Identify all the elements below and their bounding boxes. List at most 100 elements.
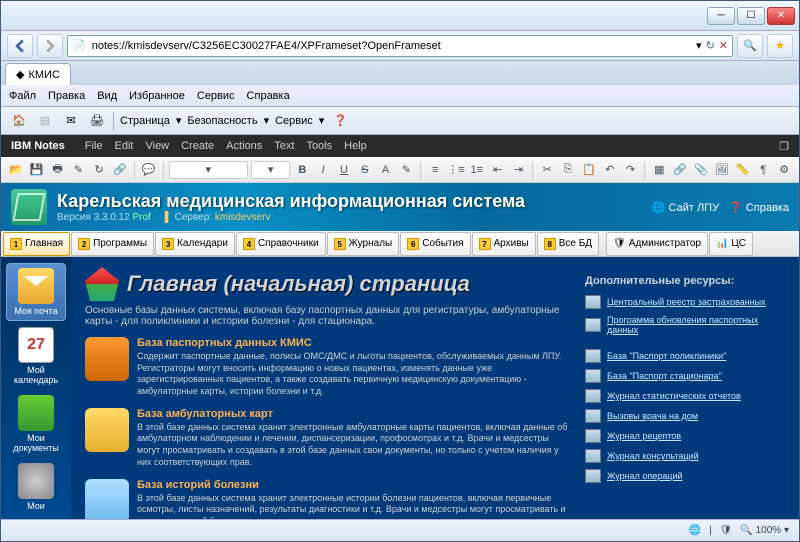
refresh-icon[interactable]: ↻ xyxy=(706,39,715,52)
section-title[interactable]: База паспортных данных КМИС xyxy=(137,337,569,349)
help-icon[interactable]: ❓ xyxy=(330,111,350,131)
menu-file[interactable]: Файл xyxy=(9,90,36,102)
address-bar[interactable]: 📄 ▾ ↻ ✕ xyxy=(67,35,733,57)
resource-link[interactable]: Журнал статистических отчетов xyxy=(585,389,785,403)
notes-window-icon[interactable]: ❐ xyxy=(779,140,789,153)
resource-link[interactable]: Центральный реестр застрахованных xyxy=(585,295,785,309)
tool-para-icon[interactable]: ¶ xyxy=(754,161,772,179)
tab-cs[interactable]: 📊ЦС xyxy=(709,232,753,256)
tool-image-icon[interactable]: 🖼 xyxy=(713,161,731,179)
tool-props-icon[interactable]: ⚙ xyxy=(775,161,793,179)
service-menu[interactable]: Сервис xyxy=(275,115,313,127)
minimize-button[interactable]: ─ xyxy=(707,7,735,25)
tool-copy-icon[interactable]: ⎘ xyxy=(559,161,577,179)
notes-menu-create[interactable]: Create xyxy=(181,140,214,152)
tool-strike-icon[interactable]: S xyxy=(356,161,374,179)
print-icon[interactable]: 🖨 xyxy=(87,111,107,131)
tool-numbers-icon[interactable]: 1≡ xyxy=(468,161,486,179)
menu-help[interactable]: Справка xyxy=(247,90,290,102)
menu-favorites[interactable]: Избранное xyxy=(129,90,185,102)
browser-tab[interactable]: ◆ КМИС xyxy=(5,63,71,85)
notes-menu-help[interactable]: Help xyxy=(344,140,367,152)
dropdown-icon[interactable]: ▾ xyxy=(696,39,702,52)
tool-outdent-icon[interactable]: ⇤ xyxy=(489,161,507,179)
feeds-icon[interactable]: ▤ xyxy=(35,111,55,131)
back-button[interactable] xyxy=(7,34,33,58)
tool-table-icon[interactable]: ▦ xyxy=(650,161,668,179)
tool-undo-icon[interactable]: ↶ xyxy=(601,161,619,179)
notes-menu-text[interactable]: Text xyxy=(274,140,294,152)
tab-refs[interactable]: 4Справочники xyxy=(236,232,326,256)
tool-paste-icon[interactable]: 📋 xyxy=(580,161,598,179)
tab-alldb[interactable]: 8Все БД xyxy=(537,232,599,256)
tool-attach-icon[interactable]: 📎 xyxy=(692,161,710,179)
sidebar-item-calendar[interactable]: 27 Мой календарь xyxy=(6,323,66,389)
notes-menu-file[interactable]: File xyxy=(85,140,103,152)
notes-menu-actions[interactable]: Actions xyxy=(226,140,262,152)
tool-permalink-icon[interactable]: 🔗 xyxy=(111,161,129,179)
sidebar-item-label: Моя почта xyxy=(14,306,57,316)
resource-link[interactable]: Журнал операций xyxy=(585,469,785,483)
tool-open-icon[interactable]: 📂 xyxy=(7,161,25,179)
stop-icon[interactable]: ✕ xyxy=(719,39,728,52)
maximize-button[interactable]: ☐ xyxy=(737,7,765,25)
sidebar-item-settings[interactable]: Мои xyxy=(6,459,66,515)
notes-menu-edit[interactable]: Edit xyxy=(115,140,134,152)
section-title[interactable]: База амбулаторных карт xyxy=(137,408,569,420)
tool-refresh-icon[interactable]: ↻ xyxy=(90,161,108,179)
notes-menu-tools[interactable]: Tools xyxy=(306,140,332,152)
tool-edit-icon[interactable]: ✎ xyxy=(69,161,87,179)
tool-ruler-icon[interactable]: 📏 xyxy=(734,161,752,179)
tool-italic-icon[interactable]: I xyxy=(314,161,332,179)
resource-link[interactable]: База "Паспорт поликлиники" xyxy=(585,349,785,363)
tab-events[interactable]: 6События xyxy=(400,232,470,256)
favorites-button[interactable]: ★ xyxy=(767,34,793,58)
tool-fontcolor-icon[interactable]: A xyxy=(377,161,395,179)
resource-link[interactable]: База "Паспорт стационара" xyxy=(585,369,785,383)
tool-bullets-icon[interactable]: ⋮≡ xyxy=(447,161,465,179)
help-link[interactable]: ❓ Справка xyxy=(729,201,789,214)
tool-underline-icon[interactable]: U xyxy=(335,161,353,179)
tool-redo-icon[interactable]: ↷ xyxy=(622,161,640,179)
safety-menu[interactable]: Безопасность xyxy=(187,115,257,127)
tab-calendars[interactable]: 3Календари xyxy=(155,232,235,256)
menu-service[interactable]: Сервис xyxy=(197,90,235,102)
close-button[interactable]: ✕ xyxy=(767,7,795,25)
section-title[interactable]: База историй болезни xyxy=(137,479,569,491)
tab-admin[interactable]: 🛡Администратор xyxy=(606,232,708,256)
resource-link[interactable]: Журнал рецептов xyxy=(585,429,785,443)
home-icon[interactable]: 🏠 xyxy=(9,111,29,131)
zoom-level[interactable]: 🔍 100% ▾ xyxy=(740,525,789,536)
notes-menu-view[interactable]: View xyxy=(145,140,169,152)
mail-icon[interactable]: ✉ xyxy=(61,111,81,131)
tab-archives[interactable]: 7Архивы xyxy=(472,232,536,256)
sidebar-item-label: Мои xyxy=(27,501,45,511)
site-link[interactable]: 🌐 Сайт ЛПУ xyxy=(652,201,719,214)
font-dropdown[interactable]: ▾ xyxy=(169,161,248,179)
tab-journals[interactable]: 5Журналы xyxy=(327,232,400,256)
fontsize-dropdown[interactable]: ▾ xyxy=(251,161,291,179)
tool-link-icon[interactable]: 🔗 xyxy=(671,161,689,179)
page-menu[interactable]: Страница xyxy=(120,115,170,127)
resource-link[interactable]: Программа обновления паспортных данных xyxy=(585,315,785,335)
section-text: В этой базе данных система хранит электр… xyxy=(137,422,569,469)
forward-button[interactable] xyxy=(37,34,63,58)
tool-cut-icon[interactable]: ✂ xyxy=(538,161,556,179)
tool-print-icon[interactable]: 🖶 xyxy=(49,161,67,179)
sidebar-item-mail[interactable]: Моя почта xyxy=(6,263,66,321)
tool-indent-icon[interactable]: ⇥ xyxy=(510,161,528,179)
tab-main[interactable]: 1Главная xyxy=(3,232,70,256)
menu-view[interactable]: Вид xyxy=(97,90,117,102)
menu-edit[interactable]: Правка xyxy=(48,90,85,102)
resource-link[interactable]: Журнал консультаций xyxy=(585,449,785,463)
sidebar-item-docs[interactable]: Мои документы xyxy=(6,391,66,457)
tool-save-icon[interactable]: 💾 xyxy=(28,161,46,179)
tool-chat-icon[interactable]: 💬 xyxy=(140,161,158,179)
tool-highlight-icon[interactable]: ✎ xyxy=(397,161,415,179)
resource-link[interactable]: Вызовы врача на дом xyxy=(585,409,785,423)
tool-bold-icon[interactable]: B xyxy=(293,161,311,179)
tool-align-left-icon[interactable]: ≡ xyxy=(426,161,444,179)
tab-programs[interactable]: 2Программы xyxy=(71,232,154,256)
url-input[interactable] xyxy=(90,39,692,53)
search-button[interactable]: 🔍 xyxy=(737,34,763,58)
